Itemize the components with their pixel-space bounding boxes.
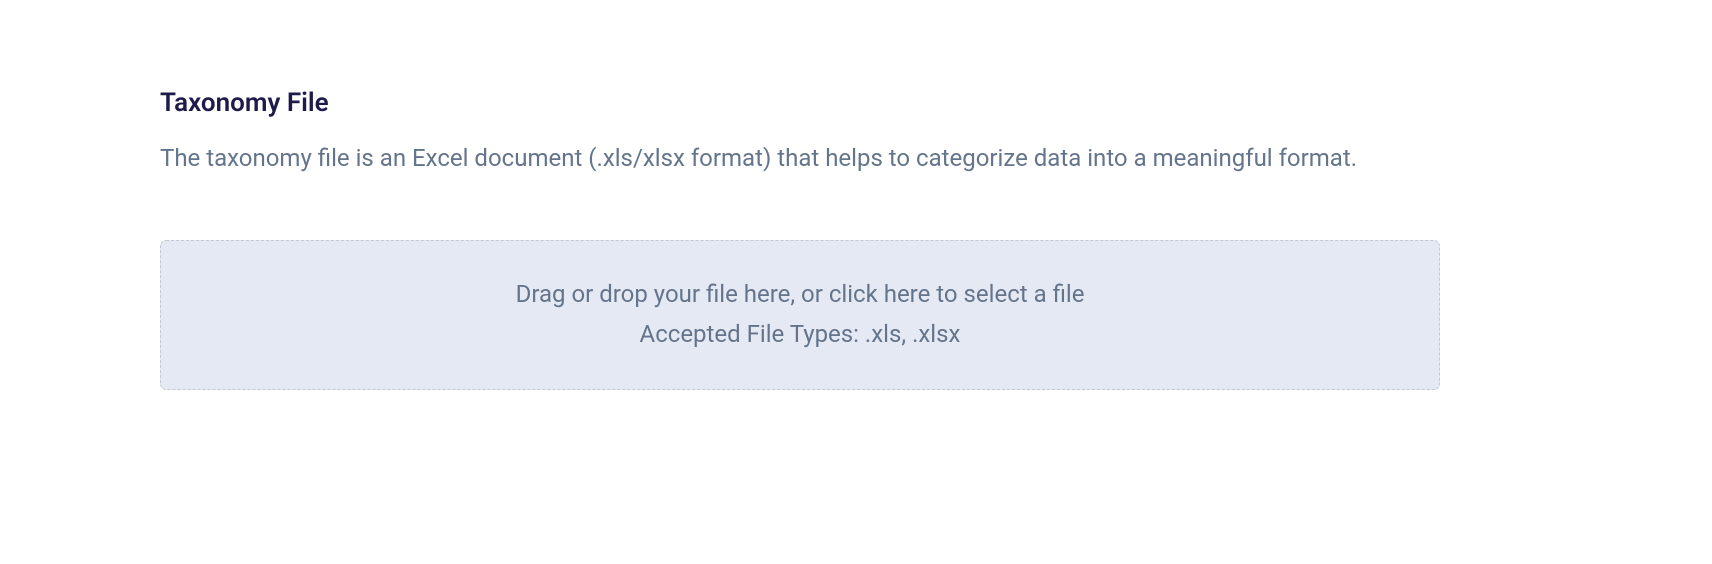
dropzone-accepted-types: Accepted File Types: .xls, .xlsx xyxy=(640,315,961,355)
section-title: Taxonomy File xyxy=(160,88,1552,118)
file-dropzone[interactable]: Drag or drop your file here, or click he… xyxy=(160,240,1440,390)
dropzone-instruction: Drag or drop your file here, or click he… xyxy=(516,275,1085,315)
section-description: The taxonomy file is an Excel document (… xyxy=(160,140,1440,176)
